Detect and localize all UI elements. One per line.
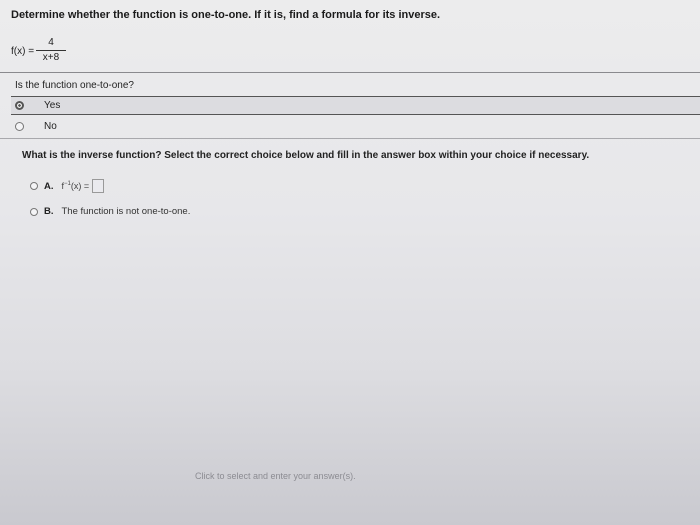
part1-question: Is the function one-to-one? [15,80,134,91]
option-no[interactable]: No [11,118,700,135]
part2-question: What is the inverse function? Select the… [22,150,590,161]
radio-icon[interactable] [30,182,38,190]
function-lhs: f(x) = [11,46,35,57]
fraction-numerator: 4 [48,37,54,48]
option-yes[interactable]: Yes [11,96,700,115]
choice-b-letter: B. [44,206,54,217]
question-prompt: Determine whether the function is one-to… [11,9,441,21]
option-yes-label: Yes [44,100,61,111]
function-fraction: 4 x+8 [36,37,66,64]
choice-b[interactable]: B. The function is not one-to-one. [30,206,190,217]
radio-icon[interactable] [30,207,38,216]
homework-page: Determine whether the function is one-to… [0,0,700,525]
answer-input-box[interactable] [92,179,105,193]
radio-selected-icon[interactable] [15,101,24,110]
option-no-label: No [44,121,57,132]
fraction-bar [36,50,66,51]
fraction-denominator: x+8 [42,52,60,63]
inverse-function-label: f−1(x) = [61,181,90,191]
choice-b-text: The function is not one-to-one. [61,206,191,217]
divider [0,138,700,139]
divider [0,72,700,73]
choice-a[interactable]: A. f−1(x) = [30,179,105,193]
footer-hint: Click to select and enter your answer(s)… [195,471,356,481]
choice-a-letter: A. [44,180,54,192]
radio-icon[interactable] [15,122,24,131]
